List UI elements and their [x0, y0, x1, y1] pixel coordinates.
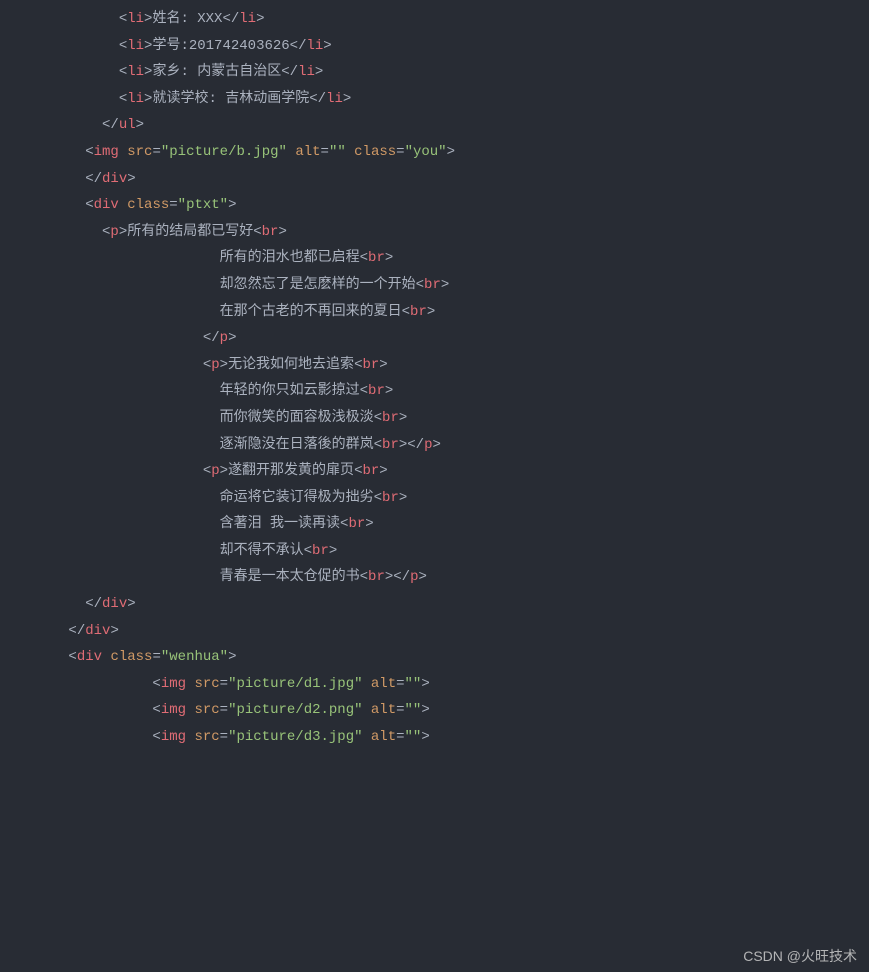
code-line: 逐渐隐没在日落後的群岚<br></p>	[0, 432, 869, 459]
code-line: 年轻的你只如云影掠过<br>	[0, 378, 869, 405]
code-editor: <li>姓名: XXX</li> <li>学号:201742403626</li…	[0, 0, 869, 751]
code-line: 含著泪 我一读再读<br>	[0, 511, 869, 538]
code-line: <li>学号:201742403626</li>	[0, 33, 869, 60]
code-line: <li>姓名: XXX</li>	[0, 6, 869, 33]
code-line: <img src="picture/d2.png" alt="">	[0, 697, 869, 724]
code-line: </div>	[0, 618, 869, 645]
code-line: </div>	[0, 591, 869, 618]
code-line: <div class="wenhua">	[0, 644, 869, 671]
code-line: <img src="picture/b.jpg" alt="" class="y…	[0, 139, 869, 166]
code-line: <p>无论我如何地去追索<br>	[0, 352, 869, 379]
code-line: 却忽然忘了是怎麽样的一个开始<br>	[0, 272, 869, 299]
code-line: 却不得不承认<br>	[0, 538, 869, 565]
code-line: <p>所有的结局都已写好<br>	[0, 219, 869, 246]
code-line: 命运将它装订得极为拙劣<br>	[0, 485, 869, 512]
code-line: <p>遂翻开那发黄的扉页<br>	[0, 458, 869, 485]
code-line: <li>家乡: 内蒙古自治区</li>	[0, 59, 869, 86]
code-line: </div>	[0, 166, 869, 193]
code-line: 而你微笑的面容极浅极淡<br>	[0, 405, 869, 432]
watermark: CSDN @火旺技术	[743, 946, 857, 966]
code-line: <img src="picture/d1.jpg" alt="">	[0, 671, 869, 698]
code-line: 所有的泪水也都已启程<br>	[0, 245, 869, 272]
code-line: </ul>	[0, 112, 869, 139]
code-line: <li>就读学校: 吉林动画学院</li>	[0, 86, 869, 113]
code-line: <div class="ptxt">	[0, 192, 869, 219]
code-line: 青春是一本太仓促的书<br></p>	[0, 564, 869, 591]
code-line: <img src="picture/d3.jpg" alt="">	[0, 724, 869, 751]
code-line: </p>	[0, 325, 869, 352]
code-line: 在那个古老的不再回来的夏日<br>	[0, 299, 869, 326]
